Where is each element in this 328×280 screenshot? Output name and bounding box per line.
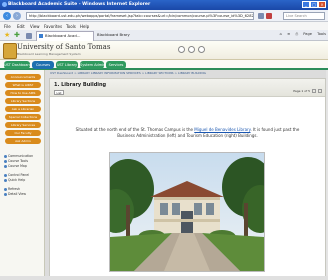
tab-blackboard-2[interactable]: Blackboard Brary: [97, 32, 130, 37]
sidebar-link-communication[interactable]: Communication: [4, 154, 33, 158]
menu-file[interactable]: File: [4, 24, 11, 29]
address-bar[interactable]: http://blackboard.ust.edu.ph/webapps/por…: [26, 12, 254, 20]
sidebar-link-quick-help[interactable]: Quick Help: [4, 178, 25, 182]
forward-button[interactable]: ›: [13, 12, 21, 20]
sidebar-link-course-tools[interactable]: Course Tools: [4, 159, 28, 163]
course-tools-icon: [4, 159, 7, 163]
menu-help[interactable]: Help: [80, 24, 89, 29]
course-menu-sidebar: Announcements What is AIRS? How to Use A…: [0, 70, 45, 280]
refresh-sidebar-icon: [4, 187, 7, 191]
close-button[interactable]: ×: [318, 1, 326, 8]
tab-blackboard[interactable]: Blackboard Acad...: [36, 31, 94, 41]
breadcrumb[interactable]: UST Dashboard > LIBRARY LIBRARY INFORMAT…: [46, 71, 328, 76]
menu-bar: File Edit View Favorites Tools Help: [0, 22, 328, 30]
menu-view[interactable]: View: [30, 24, 40, 29]
detail-view-icon: [4, 192, 7, 196]
site-logo-subtitle: Blackboard Learning Management System: [17, 52, 81, 56]
stop-icon[interactable]: [266, 13, 272, 19]
sidebar-link-control-panel[interactable]: Control Panel: [4, 173, 29, 177]
site-logo-name: University of Santo Tomas: [17, 43, 111, 51]
university-seal-icon: [3, 43, 17, 59]
description-text: Situated at the north end of the St. Tho…: [75, 127, 300, 138]
site-header: University of Santo Tomas Blackboard Lea…: [0, 41, 328, 60]
sidebar-item-library-sections[interactable]: Library Sections: [5, 98, 41, 104]
sidebar-item-ask-admin[interactable]: Ask Admin: [5, 138, 41, 144]
tab-ust-library[interactable]: UST Library: [56, 61, 78, 69]
content-panel: 1. Library Building List Page 1 of 5 Sit…: [49, 78, 326, 280]
sidebar-item-our-faculty[interactable]: Our Faculty: [5, 130, 41, 136]
prev-page-icon[interactable]: [312, 89, 317, 93]
command-bar: ⌂ ≡ ⎙ Page Tools: [280, 32, 326, 39]
menu-tools[interactable]: Tools: [66, 24, 76, 29]
library-link[interactable]: Miguel de Benavides Library: [194, 127, 250, 132]
add-favorite-icon[interactable]: ✚: [14, 32, 21, 39]
tools-menu[interactable]: Tools: [317, 32, 326, 36]
tab-system-admin[interactable]: System Admin: [80, 61, 105, 69]
sidebar-item-library-services[interactable]: Library Services: [5, 122, 41, 128]
tab-list-icon[interactable]: [26, 33, 32, 39]
tab-row: ★ ✚ Blackboard Acad... Blackboard Brary …: [0, 30, 328, 41]
list-button[interactable]: List: [54, 90, 64, 95]
top-tab-bar: UST Dashboard Courses UST Library System…: [0, 60, 328, 70]
sidebar-link-course-map[interactable]: Course Map: [4, 164, 27, 168]
control-panel-icon: [4, 173, 7, 177]
tab-ust-dashboard[interactable]: UST Dashboard: [4, 61, 31, 69]
sidebar-link-refresh[interactable]: Refresh: [4, 187, 20, 191]
refresh-icon[interactable]: [258, 13, 264, 19]
home-icon[interactable]: ⌂: [280, 32, 282, 36]
favorites-star-icon[interactable]: ★: [4, 32, 11, 39]
tab-courses[interactable]: Courses: [32, 61, 54, 69]
course-map-icon: [4, 164, 7, 168]
next-page-icon[interactable]: [318, 89, 322, 93]
menu-favorites[interactable]: Favorites: [44, 24, 62, 29]
window-title: Blackboard Academic Suite - Windows Inte…: [8, 2, 151, 7]
maximize-button[interactable]: □: [310, 1, 318, 8]
library-building-photo: [109, 152, 265, 272]
sidebar-link-detail-view[interactable]: Detail View: [4, 192, 26, 196]
communication-icon: [4, 154, 7, 158]
sidebar-item-announcements[interactable]: Announcements: [5, 74, 41, 80]
panel-header: 1. Library Building List Page 1 of 5: [50, 79, 325, 97]
logout-header-icon[interactable]: [198, 46, 205, 53]
sidebar-item-how-to-use[interactable]: How to Use AIRS: [5, 90, 41, 96]
minimize-button[interactable]: _: [302, 1, 310, 8]
print-icon[interactable]: ⎙: [295, 32, 298, 36]
page-menu[interactable]: Page: [303, 32, 312, 36]
tab-favicon-icon: [39, 34, 43, 38]
status-bar: [0, 276, 328, 280]
sidebar-item-special-collections[interactable]: Special Collections: [5, 114, 41, 120]
ie-logo-icon: [2, 2, 7, 7]
tab-services[interactable]: Services: [106, 61, 126, 69]
window-title-bar: Blackboard Academic Suite - Windows Inte…: [0, 0, 328, 10]
home-header-icon[interactable]: [178, 46, 185, 53]
back-button[interactable]: ‹: [3, 12, 11, 20]
sidebar-item-ask-librarian[interactable]: Ask a Librarian: [5, 106, 41, 112]
page-title: 1. Library Building: [54, 82, 107, 88]
page-indicator: Page 1 of 5: [293, 89, 322, 93]
search-input[interactable]: Live Search: [283, 12, 325, 20]
tab-label: Blackboard Acad...: [45, 33, 81, 38]
help-header-icon[interactable]: [188, 46, 195, 53]
quick-help-icon: [4, 178, 7, 182]
menu-edit[interactable]: Edit: [17, 24, 25, 29]
address-row: ‹ › http://blackboard.ust.edu.ph/webapps…: [0, 10, 328, 22]
sidebar-item-what-is-airs[interactable]: What is AIRS?: [5, 82, 41, 88]
feeds-icon[interactable]: ≡: [287, 32, 290, 36]
